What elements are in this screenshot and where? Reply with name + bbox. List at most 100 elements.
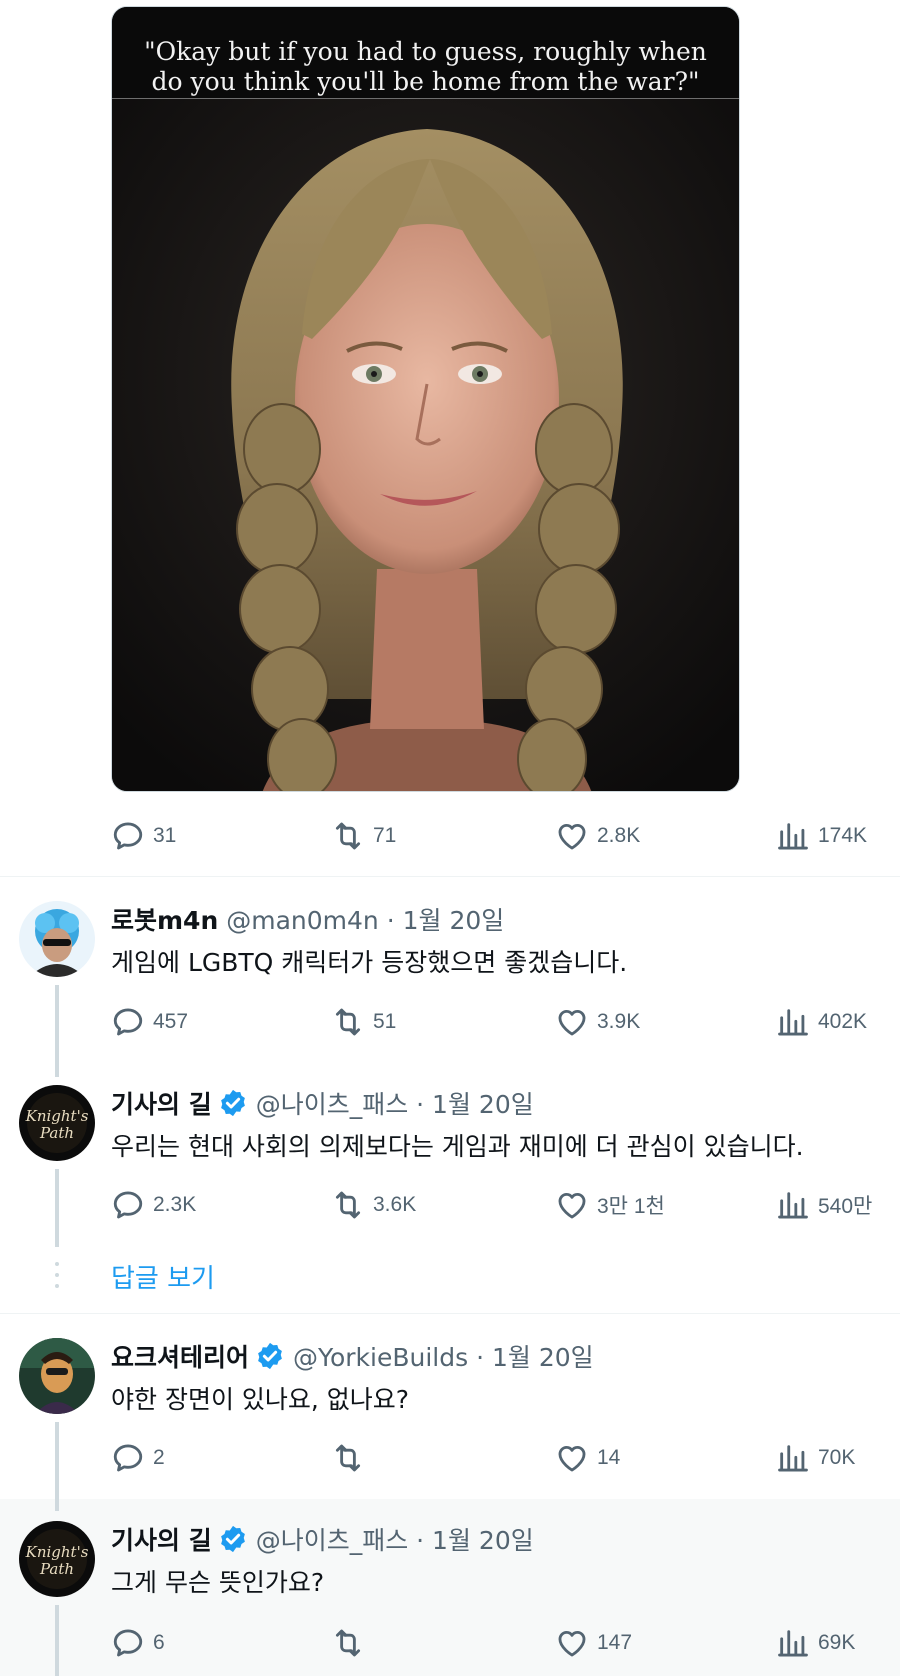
views-icon bbox=[776, 1626, 810, 1660]
like-icon bbox=[555, 1626, 589, 1660]
reply-button[interactable]: 457 bbox=[111, 1002, 188, 1042]
avatar-logo-text: Path bbox=[39, 1124, 74, 1142]
avatar[interactable]: Knight's Path bbox=[19, 1085, 95, 1161]
tweet-header: 요크셔테리어 @YorkieBuilds · 1월 20일 bbox=[111, 1338, 594, 1374]
display-name[interactable]: 로봇m4n bbox=[111, 901, 218, 937]
reply-count: 2 bbox=[153, 1446, 165, 1469]
image-caption: "Okay but if you had to guess, roughly w… bbox=[112, 7, 739, 99]
like-button[interactable]: 3.9K bbox=[555, 1002, 640, 1042]
avatar-logo-text: Path bbox=[39, 1560, 74, 1578]
repost-count: 71 bbox=[373, 824, 397, 847]
avatar[interactable] bbox=[19, 901, 95, 977]
avatar-logo-text: Knight's bbox=[25, 1107, 89, 1125]
views-button[interactable]: 69K bbox=[776, 1623, 855, 1663]
display-name[interactable]: 요크셔테리어 bbox=[111, 1338, 249, 1374]
views-icon bbox=[776, 1188, 810, 1222]
like-icon bbox=[555, 1441, 589, 1475]
repost-icon bbox=[331, 819, 365, 853]
views-count: 70K bbox=[818, 1446, 856, 1469]
views-button[interactable]: 70K bbox=[776, 1438, 855, 1478]
reply-count: 6 bbox=[153, 1631, 165, 1654]
repost-button[interactable]: 71 bbox=[331, 816, 396, 856]
tweet-text: 그게 무슨 뜻인가요? bbox=[111, 1568, 325, 1597]
reply-button[interactable]: 6 bbox=[111, 1623, 165, 1663]
display-name[interactable]: 기사의 길 bbox=[111, 1085, 212, 1121]
reply-button[interactable]: 31 bbox=[111, 816, 176, 856]
views-count: 69K bbox=[818, 1631, 856, 1654]
portrait-illustration bbox=[112, 99, 739, 791]
reply-count: 457 bbox=[153, 1010, 189, 1033]
avatar[interactable]: Knight's Path bbox=[19, 1521, 95, 1597]
reply-count: 31 bbox=[153, 824, 177, 847]
tweet-text: 게임에 LGBTQ 캐릭터가 등장했으면 좋겠습니다. bbox=[111, 948, 628, 977]
handle-and-date[interactable]: @YorkieBuilds · 1월 20일 bbox=[293, 1338, 594, 1374]
repost-count: 3.6K bbox=[373, 1193, 417, 1216]
tweet-actions: 6 147 69K bbox=[0, 1623, 900, 1663]
handle-and-date[interactable]: @man0m4n · 1월 20일 bbox=[226, 901, 504, 937]
tweet-header: 기사의 길 @나이츠_패스 · 1월 20일 bbox=[111, 1085, 534, 1121]
tweet-header: 로봇m4n @man0m4n · 1월 20일 bbox=[111, 901, 504, 937]
caption-line-1: "Okay but if you had to guess, roughly w… bbox=[144, 37, 707, 66]
like-count: 2.8K bbox=[597, 824, 641, 847]
like-icon bbox=[555, 1005, 589, 1039]
display-name[interactable]: 기사의 길 bbox=[111, 1521, 212, 1557]
verified-badge-icon bbox=[220, 1089, 245, 1117]
reply-tweet[interactable]: 요크셔테리어 @YorkieBuilds · 1월 20일 야한 장면이 있나요… bbox=[0, 1314, 900, 1499]
repost-icon bbox=[331, 1626, 365, 1660]
repost-icon bbox=[331, 1188, 365, 1222]
like-button[interactable]: 2.8K bbox=[555, 816, 640, 856]
caption-line-2: do you think you'll be home from the war… bbox=[151, 67, 700, 96]
verified-badge-icon bbox=[220, 1525, 245, 1553]
like-icon bbox=[555, 819, 589, 853]
views-icon bbox=[776, 1441, 810, 1475]
repost-button[interactable] bbox=[331, 1438, 373, 1478]
tweet-actions: 457 51 3.9K 402K bbox=[0, 1002, 900, 1042]
tweet-text: 야한 장면이 있나요, 없나요? bbox=[111, 1385, 410, 1414]
reply-count: 2.3K bbox=[153, 1193, 197, 1216]
repost-count: 51 bbox=[373, 1010, 397, 1033]
reply-button[interactable]: 2 bbox=[111, 1438, 165, 1478]
main-tweet-actions: 31 71 2.8K 174K bbox=[0, 816, 900, 856]
reply-icon bbox=[111, 819, 145, 853]
views-button[interactable]: 540만 bbox=[776, 1185, 872, 1225]
show-replies-link[interactable]: 답글 보기 bbox=[111, 1258, 215, 1295]
tweet-actions: 2.3K 3.6K 3만 1천 540만 bbox=[0, 1185, 900, 1225]
repost-button[interactable] bbox=[331, 1623, 373, 1663]
views-count: 174K bbox=[818, 824, 868, 847]
views-icon bbox=[776, 819, 810, 853]
like-button[interactable]: 14 bbox=[555, 1438, 620, 1478]
reply-tweet[interactable]: 로봇m4n @man0m4n · 1월 20일 게임에 LGBTQ 캐릭터가 등… bbox=[0, 877, 900, 1077]
repost-button[interactable]: 51 bbox=[331, 1002, 396, 1042]
views-icon bbox=[776, 1005, 810, 1039]
views-button[interactable]: 174K bbox=[776, 816, 867, 856]
tweet-media-image[interactable]: "Okay but if you had to guess, roughly w… bbox=[111, 6, 740, 792]
reply-tweet-highlighted[interactable]: Knight's Path 기사의 길 @나이츠_패스 · 1월 20일 그게 … bbox=[0, 1499, 900, 1676]
thread-line bbox=[55, 1057, 59, 1069]
like-count: 3.9K bbox=[597, 1010, 641, 1033]
reply-icon bbox=[111, 1188, 145, 1222]
avatar[interactable] bbox=[19, 1338, 95, 1414]
reply-tweet[interactable]: Knight's Path 기사의 길 @나이츠_패스 · 1월 20일 우리는… bbox=[0, 1057, 900, 1247]
tweet-header: 기사의 길 @나이츠_패스 · 1월 20일 bbox=[111, 1521, 534, 1557]
handle-and-date[interactable]: @나이츠_패스 · 1월 20일 bbox=[256, 1085, 534, 1121]
verified-badge-icon bbox=[258, 1342, 282, 1370]
repost-icon bbox=[331, 1005, 365, 1039]
repost-icon bbox=[331, 1441, 365, 1475]
tweet-text: 우리는 현대 사회의 의제보다는 게임과 재미에 더 관심이 있습니다. bbox=[111, 1132, 804, 1161]
avatar-logo-text: Knight's bbox=[25, 1543, 89, 1561]
handle-and-date[interactable]: @나이츠_패스 · 1월 20일 bbox=[256, 1521, 534, 1557]
tweet-actions: 2 14 70K bbox=[0, 1438, 900, 1478]
repost-button[interactable]: 3.6K bbox=[331, 1185, 416, 1225]
views-count: 402K bbox=[818, 1010, 868, 1033]
reply-icon bbox=[111, 1005, 145, 1039]
like-count: 14 bbox=[597, 1446, 621, 1469]
reply-button[interactable]: 2.3K bbox=[111, 1185, 196, 1225]
like-button[interactable]: 3만 1천 bbox=[555, 1185, 665, 1225]
views-button[interactable]: 402K bbox=[776, 1002, 867, 1042]
like-button[interactable]: 147 bbox=[555, 1623, 632, 1663]
thread-line bbox=[55, 1499, 59, 1511]
views-count: 540만 bbox=[818, 1195, 873, 1218]
like-count: 147 bbox=[597, 1631, 633, 1654]
reply-icon bbox=[111, 1441, 145, 1475]
thread-dots bbox=[55, 1262, 59, 1295]
